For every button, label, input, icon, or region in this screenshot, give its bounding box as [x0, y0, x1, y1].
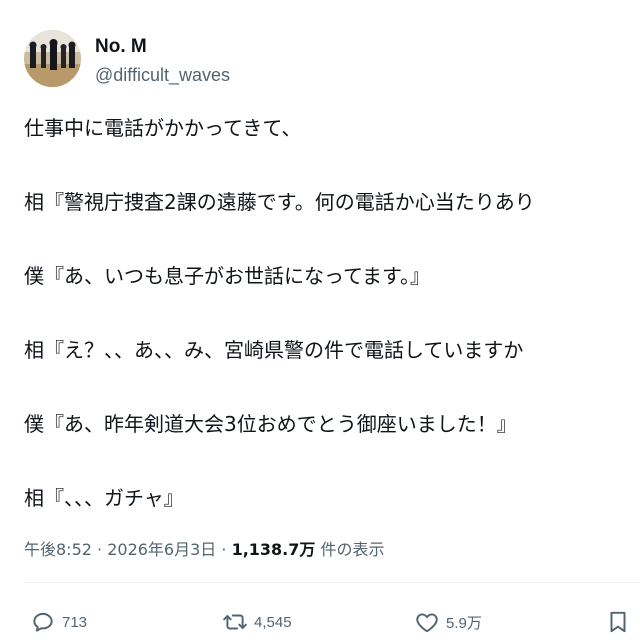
meta-separator: ·	[91, 540, 108, 559]
retweet-button[interactable]: 4,545	[222, 608, 292, 636]
like-button[interactable]: 5.9万	[414, 608, 482, 636]
tweet-line: 僕『あ、いつも息子がお世話になってます。』	[24, 264, 430, 288]
views-count[interactable]: 1,138.7万	[232, 540, 316, 559]
reply-button[interactable]: 713	[30, 608, 87, 636]
display-name[interactable]: No. M	[95, 36, 147, 58]
views-label: 件の表示	[315, 540, 385, 559]
tweet-line: 仕事中に電話がかかってきて、	[24, 116, 302, 140]
timestamp-time[interactable]: 午後8:52	[24, 540, 92, 559]
tweet-line: 相『、、、ガチャ』	[24, 486, 184, 510]
tweet-line: 相『え？、、あ、、み、宮崎県警の件で電話していますか	[24, 338, 524, 362]
tweet-line: 僕『あ、昨年剣道大会3位おめでとう御座いました！』	[24, 412, 517, 436]
reply-icon	[33, 612, 53, 632]
timestamp-date[interactable]: 2026年6月3日	[107, 540, 216, 559]
kendo-dojo-avatar-icon	[24, 30, 81, 87]
bookmark-icon	[610, 611, 626, 633]
retweet-count: 4,545	[254, 613, 292, 631]
tweet-meta: 午後8:52 · 2026年6月3日 · 1,138.7万 件の表示	[24, 538, 384, 562]
tweet-text: 仕事中に電話がかかってきて、 相『警視庁捜査2課の遠藤です。何の電話か心当たりあ…	[24, 112, 640, 514]
like-count: 5.9万	[446, 614, 482, 632]
avatar[interactable]	[24, 30, 81, 87]
meta-separator: ·	[216, 540, 232, 559]
handle[interactable]: @difficult_waves	[95, 64, 230, 86]
tweet-line: 相『警視庁捜査2課の遠藤です。何の電話か心当たりあり	[24, 190, 535, 214]
bookmark-button[interactable]	[605, 608, 631, 636]
heart-icon	[416, 613, 438, 633]
retweet-icon	[223, 614, 247, 630]
divider	[24, 582, 640, 583]
reply-count: 713	[62, 613, 88, 631]
